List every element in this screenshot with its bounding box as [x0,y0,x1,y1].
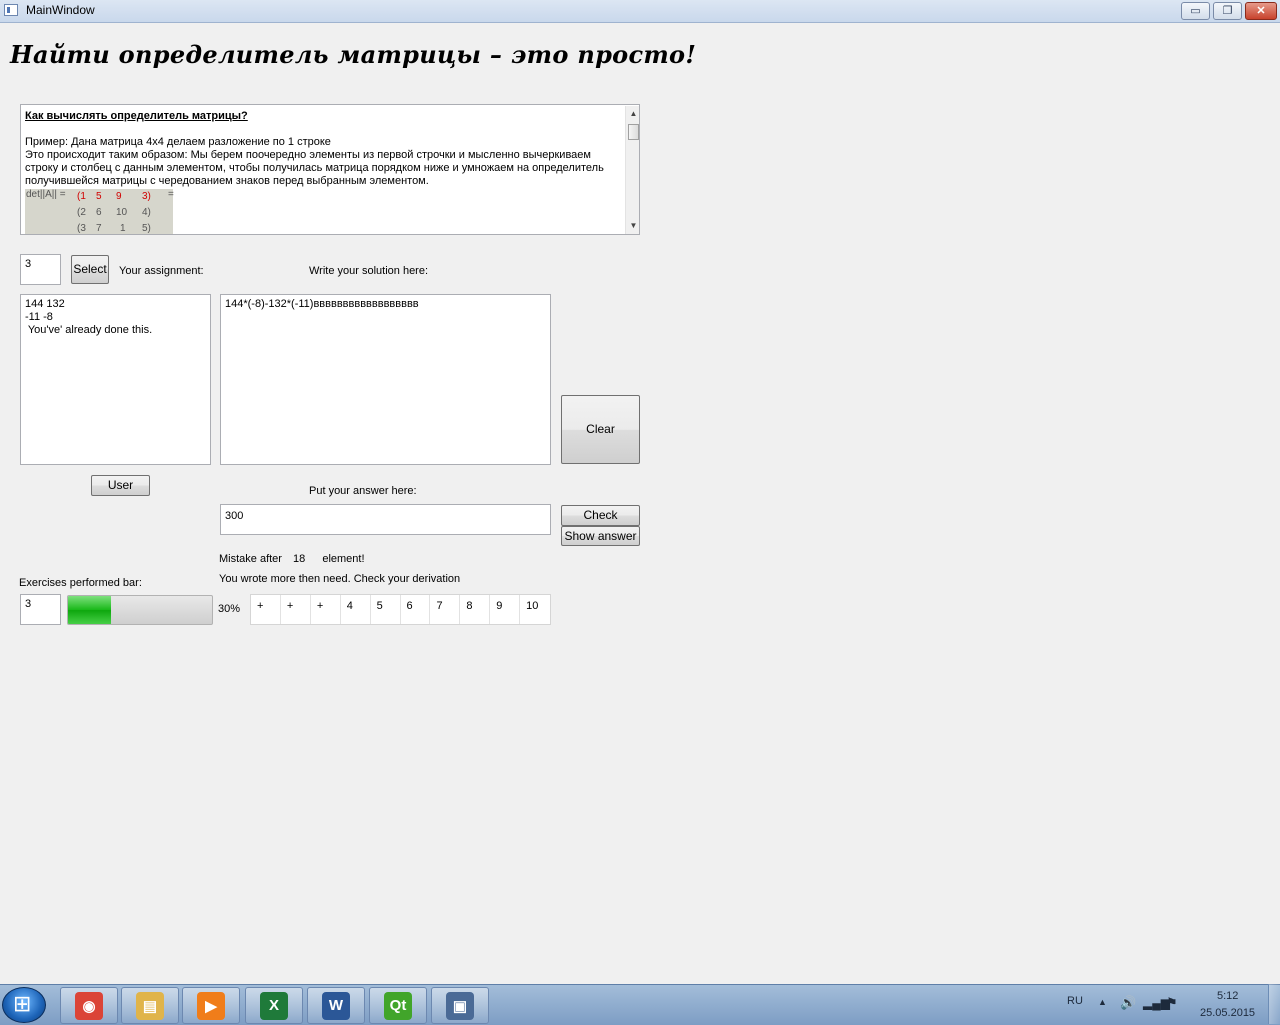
assignment-box[interactable]: 144 132 -11 -8 You've' already done this… [20,294,211,465]
answer-input[interactable]: 300 [220,504,551,535]
exercise-cell: + [311,595,341,624]
matrix-cell: 4) [142,207,151,218]
exercises-count-field[interactable]: 3 [20,594,61,625]
solution-textarea[interactable]: 144*(-8)-132*(-11)вввввввввввввввввв [220,294,551,465]
exercises-label: Exercises performed bar: [19,577,142,589]
close-button[interactable]: ✕ [1245,2,1277,20]
matrix-cell: 9 [116,191,122,202]
mistake-suffix: element! [322,553,365,565]
matrix-cell: 1 [120,223,126,234]
tray-expand-icon[interactable]: ▲ [1098,997,1107,1007]
mistake-index: 18 [293,553,306,565]
matrix-cell: (3 [77,223,86,234]
matrix-cell: 5) [142,223,151,234]
mistake-prefix: Mistake after [219,553,282,565]
exercise-cell: 9 [490,595,521,624]
matrix-row: (3 7 1 5) [77,223,170,234]
assignment-line: -11 -8 [25,311,53,323]
matrix-cell: (1 [77,191,86,202]
det-label: det||A|| = [26,189,66,200]
media-player-icon: ▶ [197,991,225,1020]
exercise-cell: 6 [401,595,431,624]
taskbar-media-player[interactable]: ▶ [182,987,240,1024]
matrix-cell: 10 [116,207,128,218]
exercise-cell: 4 [341,595,371,624]
chrome-icon: ◉ [75,991,103,1020]
folder-icon: ▤ [136,991,164,1020]
taskbar-app-window[interactable]: ▣ [431,987,489,1024]
taskbar-qt-creator[interactable]: Qt [369,987,427,1024]
matrix-cell: 6 [96,207,102,218]
derivation-message: You wrote more then need. Check your der… [219,573,461,585]
vertical-scrollbar[interactable]: ▲ ▼ [625,106,639,234]
taskbar-explorer[interactable]: ▤ [121,987,179,1024]
excel-icon: X [260,991,288,1020]
progress-percent: 30% [218,603,241,615]
clock-date[interactable]: 25.05.2015 [1200,1007,1255,1019]
exercise-cell: 7 [430,595,461,624]
app-icon [4,4,18,16]
exercise-cell: 10 [526,600,539,612]
help-text-area[interactable]: Как вычислять определитель матрицы? Прим… [20,104,640,235]
word-icon: W [322,991,350,1020]
exercise-cell: + [251,595,281,624]
clear-button[interactable]: Clear [561,395,640,464]
matrix-cell: 5 [96,191,102,202]
progress-fill [68,596,112,624]
window-icon: ▣ [446,991,474,1020]
action-center-flag-icon[interactable]: ⚑ [1166,995,1178,1011]
scroll-thumb[interactable] [628,124,639,140]
scroll-down-icon[interactable]: ▼ [626,221,639,230]
window-title: MainWindow [26,3,95,17]
exercises-progress-bar [67,595,213,625]
matrix-cell: (2 [77,207,86,218]
exercise-cell: + [281,595,311,624]
assignment-line: You've' already done this. [25,324,153,336]
show-answer-button[interactable]: Show answer [561,526,640,546]
help-example: Пример: Дана матрица 4х4 делаем разложен… [25,136,331,148]
check-button[interactable]: Check [561,505,640,526]
page-title: Найти определитель матрицы – это просто! [10,40,697,69]
matrix-image: det||A|| = = (1 5 9 3) (2 6 10 4) (3 7 1… [25,189,174,234]
select-button[interactable]: Select [71,255,109,284]
qt-icon: Qt [384,991,412,1020]
taskbar-word[interactable]: W [307,987,365,1024]
exercise-cell: 8 [460,595,491,624]
scroll-up-icon[interactable]: ▲ [626,109,639,118]
matrix-row: (2 6 10 4) [77,207,170,220]
assignment-line: 144 132 [25,298,65,310]
start-button[interactable] [2,987,46,1023]
volume-icon[interactable]: 🔊 [1120,995,1136,1011]
mistake-message: Mistake after 18 element! [219,553,365,565]
title-bar: MainWindow ▭ ❐ ✕ [0,0,1280,23]
answer-label: Put your answer here: [309,485,417,497]
matrix-cell: 7 [96,223,102,234]
exercise-cells: + + + 4 5 6 7 8 9 10 [250,594,551,625]
help-body: Это происходит таким образом: Мы берем п… [25,149,604,187]
language-indicator[interactable]: RU [1067,995,1083,1007]
minimize-button[interactable]: ▭ [1181,2,1210,20]
matrix-cell: 3) [142,191,151,202]
maximize-button[interactable]: ❐ [1213,2,1242,20]
matrix-row: (1 5 9 3) [77,191,170,204]
exercise-cell: 5 [371,595,401,624]
clock-time[interactable]: 5:12 [1217,990,1238,1002]
taskbar-chrome[interactable]: ◉ [60,987,118,1024]
help-title: Как вычислять определитель матрицы? [25,110,248,122]
show-desktop-button[interactable] [1268,984,1280,1024]
assignment-label: Your assignment: [119,265,204,277]
user-button[interactable]: User [91,475,150,496]
taskbar: ◉ ▤ ▶ X W Qt ▣ [0,984,1280,1025]
taskbar-excel[interactable]: X [245,987,303,1024]
variant-input[interactable]: 3 [20,254,61,285]
solution-label: Write your solution here: [309,265,429,277]
